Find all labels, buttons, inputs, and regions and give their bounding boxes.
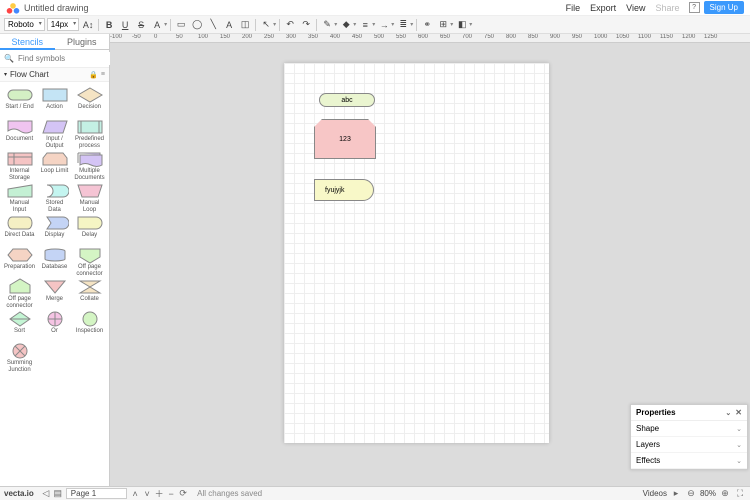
video-icon[interactable]: ▸ <box>670 488 682 500</box>
prop-effects[interactable]: Effects⌄ <box>631 453 747 469</box>
stencil-stored-data[interactable]: Stored Data <box>39 182 71 212</box>
stencil-start-end[interactable]: Start / End <box>4 86 36 116</box>
stencil-manual-input[interactable]: Manual Input <box>4 182 36 212</box>
case-button[interactable]: A↕ <box>81 18 95 32</box>
stencil-grid: Start / EndActionDecision DocumentInput /… <box>0 82 109 486</box>
fontsize-select[interactable]: 14px <box>47 18 79 31</box>
stencil-sort[interactable]: Sort <box>4 310 36 340</box>
menu-share: Share <box>656 3 680 13</box>
fill-button[interactable]: ◆ <box>339 18 353 32</box>
text-color-button[interactable]: A <box>150 18 164 32</box>
pointer-tool[interactable]: ↖ <box>259 18 273 32</box>
undo-button[interactable]: ↶ <box>283 18 297 32</box>
refresh-button[interactable]: ⟳ <box>177 488 189 500</box>
bold-button[interactable]: B <box>102 18 116 32</box>
stencil-merge[interactable]: Merge <box>39 278 71 308</box>
stencil-input-output[interactable]: Input / Output <box>39 118 71 148</box>
stencil-display[interactable]: Display <box>39 214 71 244</box>
stencil-direct-data[interactable]: Direct Data <box>4 214 36 244</box>
stencil-manual-loop[interactable]: Manual Loop <box>74 182 106 212</box>
stencil-database[interactable]: Database <box>39 246 71 276</box>
redo-button[interactable]: ↷ <box>299 18 313 32</box>
stencil-multiple-documents[interactable]: Multiple Documents <box>74 150 106 180</box>
stencil-off-page-connector[interactable]: Off page connector <box>74 246 106 276</box>
remove-page-button[interactable]: − <box>165 488 177 500</box>
shape-action[interactable]: 123 <box>314 119 376 159</box>
stencil-action[interactable]: Action <box>39 86 71 116</box>
panel-close-icon[interactable]: ✕ <box>735 408 742 417</box>
zoom-out-button[interactable]: ⊖ <box>685 488 697 500</box>
pages-button[interactable]: ▤ <box>52 488 64 500</box>
strike-button[interactable]: S <box>134 18 148 32</box>
properties-panel: Properties ⌄ ✕ Shape⌄ Layers⌄ Effects⌄ <box>630 404 748 470</box>
arrange-button[interactable]: ◧ <box>455 18 469 32</box>
chevron-down-icon: ▾ <box>4 71 7 78</box>
stencil-internal-storage[interactable]: Internal Storage <box>4 150 36 180</box>
text-tool[interactable]: A <box>222 18 236 32</box>
stencil-inspection[interactable]: Inspection <box>74 310 106 340</box>
line-tool[interactable]: ╲ <box>206 18 220 32</box>
stencil-loop-limit[interactable]: Loop Limit <box>39 150 71 180</box>
properties-title: Properties <box>636 408 676 417</box>
zoom-level[interactable]: 80% <box>700 489 716 498</box>
brand-label[interactable]: vecta.io <box>4 489 34 498</box>
page-select[interactable]: Page 1 <box>66 488 127 499</box>
category-label: Flow Chart <box>10 70 49 79</box>
category-menu-icon[interactable]: ≡ <box>101 71 105 78</box>
align-button[interactable]: ≣ <box>396 18 410 32</box>
stencil-summing-junction[interactable]: Summing Junction <box>4 342 36 372</box>
zoom-in-button[interactable]: ⊕ <box>719 488 731 500</box>
lock-icon[interactable]: 🔒 <box>89 71 98 79</box>
stencil-document[interactable]: Document <box>4 118 36 148</box>
image-tool[interactable]: ◫ <box>238 18 252 32</box>
tab-stencils[interactable]: Stencils <box>0 34 55 50</box>
pen-tool[interactable]: ✎ <box>320 18 334 32</box>
stencil-preparation[interactable]: Preparation <box>4 246 36 276</box>
prop-layers[interactable]: Layers⌄ <box>631 437 747 453</box>
stencil-off-page-connector[interactable]: Off page connector <box>4 278 36 308</box>
stencil-[interactable] <box>74 342 106 372</box>
category-flowchart[interactable]: ▾ Flow Chart 🔒 ≡ <box>0 68 109 82</box>
stencil-decision[interactable]: Decision <box>74 86 106 116</box>
rect-tool[interactable]: ▭ <box>174 18 188 32</box>
ellipse-tool[interactable]: ◯ <box>190 18 204 32</box>
stencil-or[interactable]: Or <box>39 310 71 340</box>
group-button[interactable]: ⊞ <box>436 18 450 32</box>
stroke-button[interactable]: ≡ <box>358 18 372 32</box>
page-down-button[interactable]: ˅ <box>141 488 153 500</box>
page[interactable]: abc 123 fyujyjk <box>284 63 549 443</box>
stencil-predefined-process[interactable]: Predefined process <box>74 118 106 148</box>
menu-view[interactable]: View <box>626 3 645 13</box>
stencil-delay[interactable]: Delay <box>74 214 106 244</box>
tab-plugins[interactable]: Plugins <box>55 34 110 50</box>
prev-page-button[interactable]: ◁ <box>40 488 52 500</box>
line-end-button[interactable]: → <box>377 18 391 32</box>
shape-delay[interactable]: fyujyjk <box>314 179 374 201</box>
prop-shape[interactable]: Shape⌄ <box>631 421 747 437</box>
drawing-title[interactable]: Untitled drawing <box>24 3 561 13</box>
signup-button[interactable]: Sign Up <box>704 1 744 14</box>
font-select[interactable]: Roboto <box>4 18 45 31</box>
add-page-button[interactable]: ＋ <box>153 488 165 500</box>
help-icon[interactable]: ? <box>689 2 700 13</box>
link-button[interactable]: ⚭ <box>420 18 434 32</box>
underline-button[interactable]: U <box>118 18 132 32</box>
search-icon: 🔍 <box>4 54 14 63</box>
save-status: All changes saved <box>197 489 262 498</box>
shape-terminator[interactable]: abc <box>319 93 375 107</box>
stencil-[interactable] <box>39 342 71 372</box>
stencil-collate[interactable]: Collate <box>74 278 106 308</box>
videos-button[interactable]: Videos <box>643 489 667 498</box>
ruler-horizontal: -100-50050100150200250300350400450500550… <box>110 34 750 43</box>
panel-collapse-icon[interactable]: ⌄ <box>725 409 731 417</box>
menu-export[interactable]: Export <box>590 3 616 13</box>
page-up-button[interactable]: ˄ <box>129 488 141 500</box>
canvas[interactable]: abc 123 fyujyjk Properties ⌄ ✕ Shape⌄ La… <box>110 43 750 486</box>
fullscreen-button[interactable]: ⛶ <box>734 488 746 500</box>
app-logo <box>6 1 20 15</box>
menu-file[interactable]: File <box>566 3 581 13</box>
